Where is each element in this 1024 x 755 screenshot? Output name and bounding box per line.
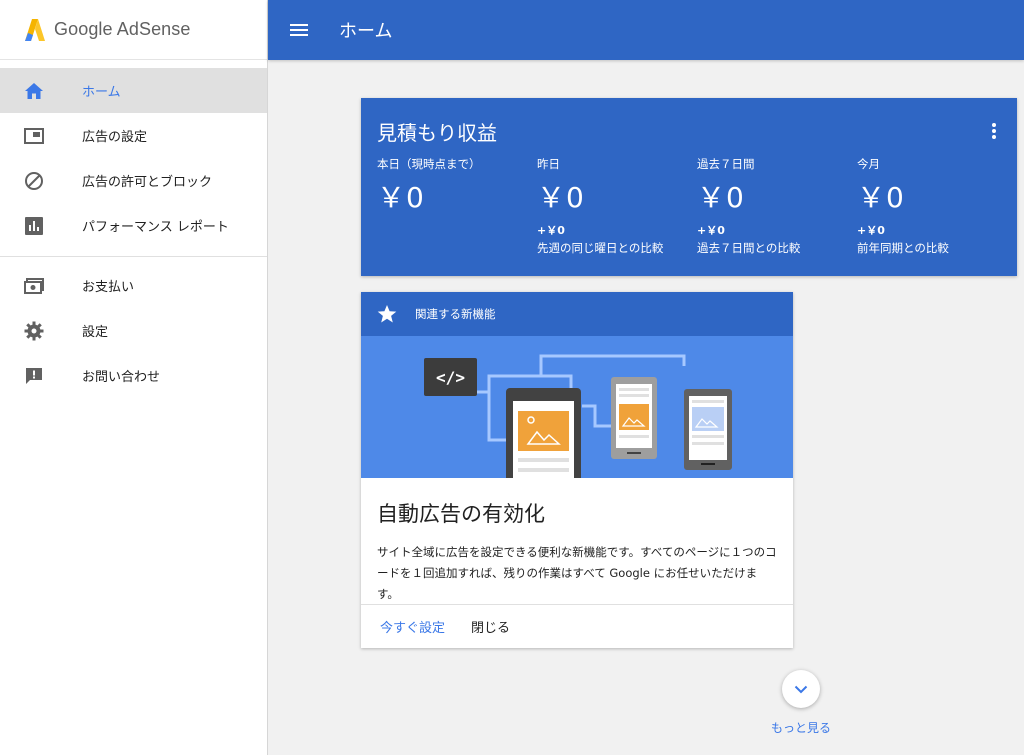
sidebar-item-payments[interactable]: お支払い (0, 263, 267, 308)
sidebar-item-label: パフォーマンス レポート (82, 220, 229, 235)
ads-icon (24, 126, 44, 146)
auto-ads-illustration: </> (361, 336, 793, 478)
metric-compare: 過去７日間との比較 (697, 241, 801, 255)
block-icon (24, 171, 44, 191)
earnings-title: 見積もり収益 (377, 121, 497, 145)
metric-last-7-days[interactable]: 過去７日間 ￥0 +￥0 過去７日間との比較 (697, 156, 857, 256)
feature-header-label: 関連する新機能 (415, 307, 496, 321)
metric-delta: +￥0 (857, 224, 885, 237)
sidebar-item-label: 広告の設定 (82, 130, 148, 145)
home-icon (24, 81, 44, 101)
close-button[interactable]: 閉じる (458, 617, 523, 636)
sidebar-item-performance-reports[interactable]: パフォーマンス レポート (0, 203, 267, 248)
estimated-earnings-card: 見積もり収益 本日（現時点まで） ￥0 昨日 ￥0 +￥0 先週の同じ曜日との比… (361, 98, 1017, 276)
brand-name: Google AdSense (54, 19, 191, 39)
metric-compare: 前年同期との比較 (857, 241, 949, 255)
metric-this-month[interactable]: 今月 ￥0 +￥0 前年同期との比較 (857, 156, 1017, 256)
page-title: ホーム (339, 21, 393, 42)
bar-chart-icon (24, 216, 44, 236)
sidebar-item-ad-settings[interactable]: 広告の設定 (0, 113, 267, 158)
metric-label: 本日（現時点まで） (377, 157, 481, 171)
menu-icon[interactable] (287, 18, 311, 42)
feature-actions: 今すぐ設定 閉じる (361, 604, 793, 648)
sidebar-item-label: 広告の許可とブロック (82, 175, 213, 190)
star-icon (377, 305, 397, 323)
auto-ads-illustration-graphic: </> (424, 354, 732, 478)
sidebar-divider (0, 256, 267, 257)
metric-today[interactable]: 本日（現時点まで） ￥0 (377, 156, 537, 216)
metric-value: ￥0 (537, 181, 585, 214)
sidebar-item-allow-block[interactable]: 広告の許可とブロック (0, 158, 267, 203)
setup-now-button[interactable]: 今すぐ設定 (367, 617, 458, 636)
show-more-button[interactable] (782, 670, 820, 708)
metric-label: 昨日 (537, 157, 560, 171)
metric-value: ￥0 (857, 181, 905, 214)
metric-delta: +￥0 (537, 224, 565, 237)
sidebar-nav: ホーム 広告の設定 広告の許可とブロック パフォーマンス レポート お支払い 設… (0, 60, 267, 398)
metric-label: 過去７日間 (697, 157, 755, 171)
chevron-down-icon (794, 685, 808, 693)
more-options-icon[interactable] (991, 122, 997, 140)
payments-icon (24, 276, 44, 296)
top-app-bar: ホーム (268, 0, 1024, 60)
metric-value: ￥0 (697, 181, 745, 214)
feedback-icon (24, 366, 44, 386)
sidebar-item-label: お問い合わせ (82, 370, 161, 385)
sidebar-item-home[interactable]: ホーム (0, 68, 267, 113)
sidebar-item-contact[interactable]: お問い合わせ (0, 353, 267, 398)
metric-value: ￥0 (377, 181, 425, 214)
feature-description: サイト全域に広告を設定できる便利な新機能です。すべてのページに１つのコードを１回… (377, 545, 777, 601)
sidebar-item-label: 設定 (82, 325, 109, 340)
brand[interactable]: Google AdSense (0, 0, 267, 60)
sidebar-item-label: お支払い (82, 280, 135, 295)
new-feature-card: 関連する新機能 </> 自動広告の有効化 サイト全域に広告を設定できる便利な新機… (361, 292, 793, 648)
code-glyph: </> (436, 368, 465, 387)
sidebar-item-settings[interactable]: 設定 (0, 308, 267, 353)
metric-compare: 先週の同じ曜日との比較 (537, 241, 664, 255)
feature-title: 自動広告の有効化 (377, 502, 545, 526)
show-more-link[interactable]: もっと見る (760, 719, 842, 736)
sidebar-item-label: ホーム (82, 85, 121, 100)
metric-yesterday[interactable]: 昨日 ￥0 +￥0 先週の同じ曜日との比較 (537, 156, 697, 256)
metric-label: 今月 (857, 157, 880, 171)
adsense-logo-icon (25, 18, 45, 41)
feature-card-header: 関連する新機能 (361, 292, 793, 336)
metric-delta: +￥0 (697, 224, 725, 237)
gear-icon (24, 321, 44, 341)
sidebar: Google AdSense ホーム 広告の設定 広告の許可とブロック パフォー… (0, 0, 268, 755)
